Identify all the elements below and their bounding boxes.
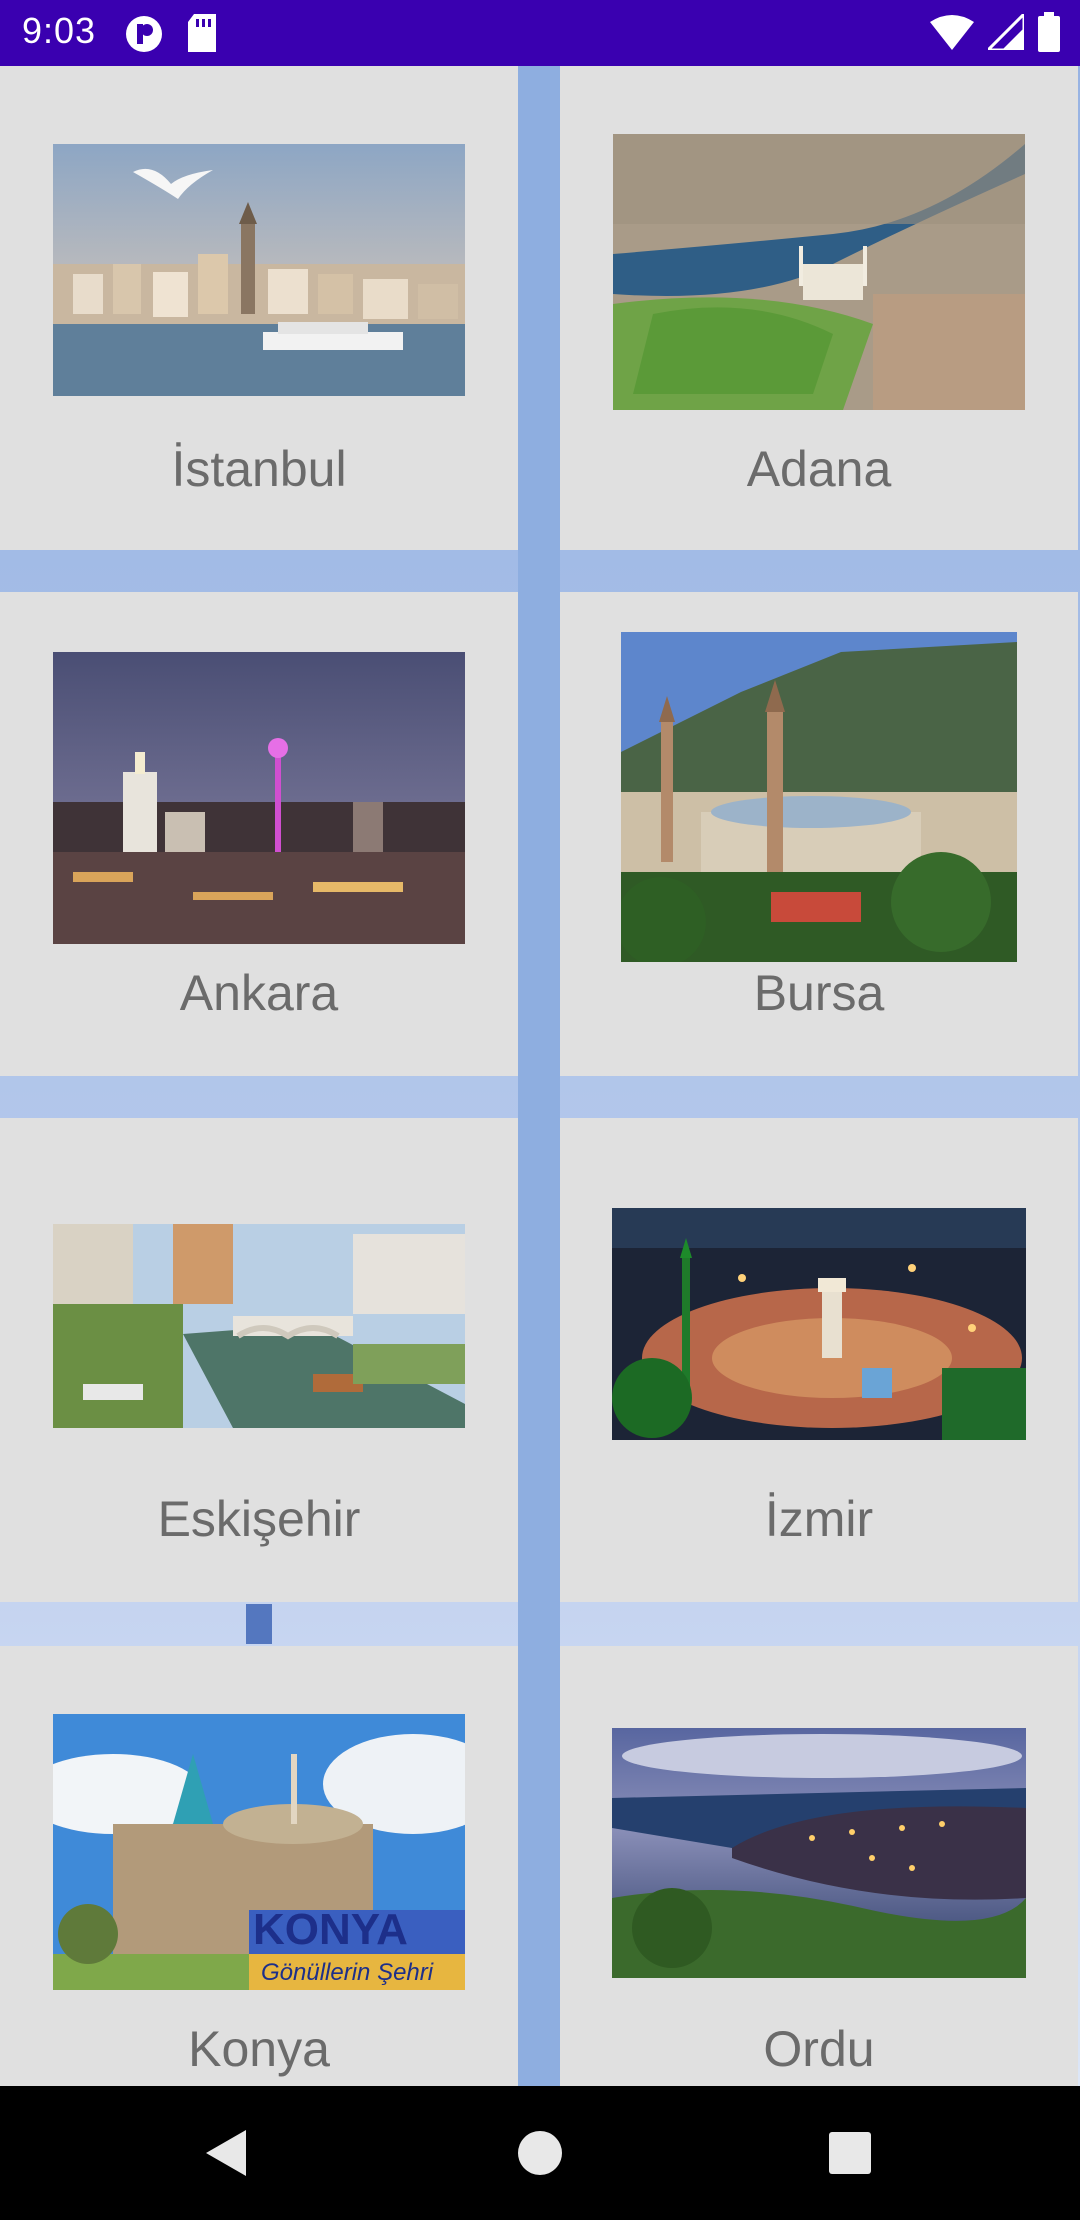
konya-sign-subtitle: Gönüllerin Şehri xyxy=(261,1959,434,1986)
izmir-photo xyxy=(612,1208,1026,1440)
status-bar: 9:03 xyxy=(0,0,1080,66)
city-name: Ordu xyxy=(763,2021,875,2077)
city-card-ordu[interactable]: Ordu xyxy=(560,1646,1078,2086)
city-card-ankara[interactable]: Ankara xyxy=(0,592,518,1076)
notification-p-icon xyxy=(126,16,162,52)
city-name: Konya xyxy=(188,2021,330,2077)
status-time: 9:03 xyxy=(22,10,97,51)
ankara-photo xyxy=(53,652,465,944)
city-card-istanbul[interactable]: İstanbul xyxy=(0,66,518,550)
recents-icon[interactable] xyxy=(817,2120,883,2186)
city-card-eskisehir[interactable]: Eskişehir xyxy=(0,1118,518,1602)
city-name: İstanbul xyxy=(171,441,347,497)
eskisehir-photo xyxy=(53,1224,465,1428)
bursa-photo xyxy=(621,632,1017,962)
konya-sign-title: KONYA xyxy=(253,1905,408,1954)
sd-card-icon xyxy=(188,14,216,52)
istanbul-photo xyxy=(53,144,465,396)
city-name: Ankara xyxy=(179,965,339,1021)
city-name: Bursa xyxy=(753,965,885,1021)
city-grid: İstanbul Adana Ankara Bursa Eskişehir İz… xyxy=(0,66,1080,2086)
city-name: Eskişehir xyxy=(157,1491,361,1547)
divider-tab xyxy=(246,1604,272,1644)
city-card-izmir[interactable]: İzmir xyxy=(560,1118,1078,1602)
city-card-adana[interactable]: Adana xyxy=(560,66,1078,550)
home-icon[interactable] xyxy=(507,2120,573,2186)
ordu-photo xyxy=(612,1728,1026,1978)
city-card-bursa[interactable]: Bursa xyxy=(560,592,1078,1076)
city-card-konya[interactable]: KONYA Gönüllerin Şehri Konya xyxy=(0,1646,518,2086)
adana-photo xyxy=(613,134,1025,410)
city-name: Adana xyxy=(746,441,892,497)
wifi-icon xyxy=(930,15,974,50)
back-icon[interactable] xyxy=(194,2120,260,2186)
battery-icon xyxy=(1038,12,1060,52)
city-name: İzmir xyxy=(764,1491,874,1547)
navigation-bar xyxy=(0,2086,1080,2220)
cell-signal-icon xyxy=(988,14,1024,50)
konya-photo: KONYA Gönüllerin Şehri xyxy=(53,1714,465,1990)
vertical-strip xyxy=(518,66,560,2086)
